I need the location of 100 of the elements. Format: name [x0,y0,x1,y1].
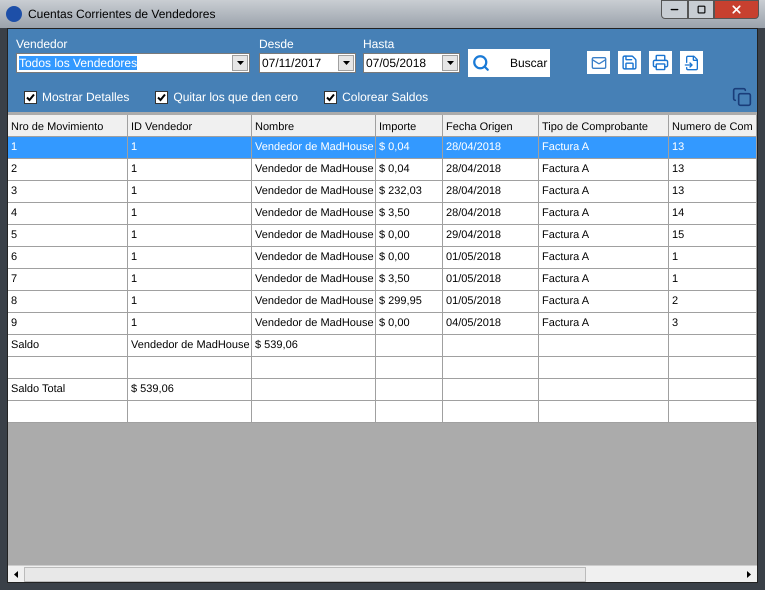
table-row[interactable]: Saldo Vendedor de MadHouse $ 539,06 [8,335,757,357]
date-picker[interactable]: 07/11/2017 [259,53,356,73]
table-cell-text: 1 [131,140,138,156]
table-cell-text: 13 [672,162,684,178]
table-row[interactable] [8,401,757,423]
table-cell-text: Factura A [542,184,590,200]
column-header[interactable]: Fecha Origen [443,115,539,136]
table-cell-text: 3 [672,316,678,332]
horizontal-scrollbar[interactable] [8,565,757,582]
table-row[interactable]: 4 1 Vendedor de MadHouse $ 3,50 28/04/2018 Factura A 14 [8,203,757,225]
table-row[interactable]: 2 1 Vendedor de MadHouse $ 0,04 28/04/2018 Factura A 13 [8,159,757,181]
checkbox-label: Mostrar Detalles [42,89,130,106]
table-cell-text: $ 0,04 [379,162,410,178]
maximize-button[interactable] [688,0,714,19]
close-icon[interactable] [730,3,743,16]
table-cell-text: Vendedor de MadHouse [255,272,374,288]
table-cell-text: 29/04/2018 [446,228,502,244]
table-cell-text: 13 [672,140,684,156]
table-cell-text: Factura A [542,272,590,288]
search-button[interactable]: Buscar [468,49,550,77]
table-cell-text: 01/05/2018 [446,250,502,266]
field-label: Desde [259,36,295,53]
table-row[interactable]: Saldo Total $ 539,06 [8,379,757,401]
table-cell-text: Vendedor de MadHouse [255,206,374,222]
table-row[interactable] [8,357,757,379]
minimize-button[interactable] [661,0,688,19]
copy-icon[interactable] [731,86,753,108]
column-header[interactable]: ID Vendedor [128,115,252,136]
table-row[interactable]: 9 1 Vendedor de MadHouse $ 0,00 04/05/2018 Factura A 3 [8,313,757,335]
table-cell-text: Factura A [542,206,590,222]
printer-icon[interactable] [649,51,672,74]
table-cell-text: 5 [11,228,18,244]
table-cell-text: 1 [131,162,138,178]
table-cell-text: Factura A [542,250,590,266]
table-cell-text: 1 [131,250,138,266]
table-row[interactable]: 3 1 Vendedor de MadHouse $ 232,03 28/04/2018 Factura A 13 [8,181,757,203]
table-cell-text: $ 0,00 [379,228,410,244]
checkbox[interactable] [24,90,37,104]
table-cell-text: 1 [131,272,138,288]
field-label: Hasta [363,36,396,53]
checkbox[interactable] [155,90,168,104]
table-cell-text: $ 232,03 [379,184,422,200]
table-row[interactable]: 5 1 Vendedor de MadHouse $ 0,00 29/04/2018 Factura A 15 [8,225,757,247]
table-cell-text: Factura A [542,294,590,310]
column-header[interactable]: Numero de Com [669,115,757,136]
table-cell-text: $ 0,00 [379,316,410,332]
table-cell-text: 28/04/2018 [446,184,502,200]
table-cell-text: $ 3,50 [379,272,410,288]
table-cell-text: $ 539,06 [131,382,174,398]
table-cell-text: 1 [11,140,18,156]
table-cell-text: 7 [11,272,18,288]
column-header[interactable]: Nro de Movimiento [8,115,128,136]
search-icon[interactable] [472,54,490,72]
table-cell-text: 1 [131,316,138,332]
table-cell-text: Factura A [542,316,590,332]
maximize-icon[interactable] [696,5,706,14]
table-cell-text: Factura A [542,140,590,156]
table-cell-text: 28/04/2018 [446,162,502,178]
date-picker[interactable]: 07/05/2018 [363,53,460,73]
checkbox[interactable] [324,90,338,104]
table-cell-text: Factura A [542,162,590,178]
table-cell-text: 14 [672,206,684,222]
email-icon[interactable] [587,51,610,74]
table-cell-text: Vendedor de MadHouse [255,162,374,178]
table-cell-text: 2 [672,294,678,310]
table-cell-text: 01/05/2018 [446,272,502,288]
table-cell-text: $ 0,00 [379,250,410,266]
scroll-thumb[interactable] [24,566,586,582]
table-cell-text: 1 [131,294,138,310]
window-title: Cuentas Corrientes de Vendedores [28,6,216,23]
table-cell-text: Vendedor de MadHouse [255,250,374,266]
table-cell-text: 1 [131,184,138,200]
column-header[interactable]: Importe [376,115,443,136]
close-button[interactable] [714,0,759,19]
table-cell-text: $ 0,04 [379,140,410,156]
table-cell-text: 8 [11,294,18,310]
table-row[interactable]: 7 1 Vendedor de MadHouse $ 3,50 01/05/2018 Factura A 1 [8,269,757,291]
table-cell-text: 28/04/2018 [446,206,502,222]
table-cell-text: 04/05/2018 [446,316,502,332]
app-icon [6,6,22,22]
table-cell-text: $ 3,50 [379,206,410,222]
table-cell-text: Vendedor de MadHouse [255,294,374,310]
table-cell-text: 1 [672,250,678,266]
table-cell-text: 6 [11,250,18,266]
column-header[interactable]: Tipo de Comprobante [539,115,669,136]
table-row[interactable]: 8 1 Vendedor de MadHouse $ 299,95 01/05/2018 Factura A 2 [8,291,757,313]
table-cell-text: Vendedor de MadHouse [255,316,374,332]
table-cell-text: 01/05/2018 [446,294,502,310]
save-icon[interactable] [618,51,641,74]
table-cell-text: 1 [131,206,138,222]
table-cell-text: 2 [11,162,18,178]
export-icon[interactable] [680,51,703,74]
table-cell-text: Saldo Total [11,382,66,398]
table-row[interactable]: 6 1 Vendedor de MadHouse $ 0,00 01/05/2018 Factura A 1 [8,247,757,269]
table-cell-text: $ 539,06 [255,338,298,354]
column-header[interactable]: Nombre [252,115,376,136]
field-label: Vendedor [16,36,68,53]
table-cell-text: Factura A [542,228,590,244]
table-cell-text: 4 [11,206,18,222]
table-cell-text: $ 299,95 [379,294,422,310]
